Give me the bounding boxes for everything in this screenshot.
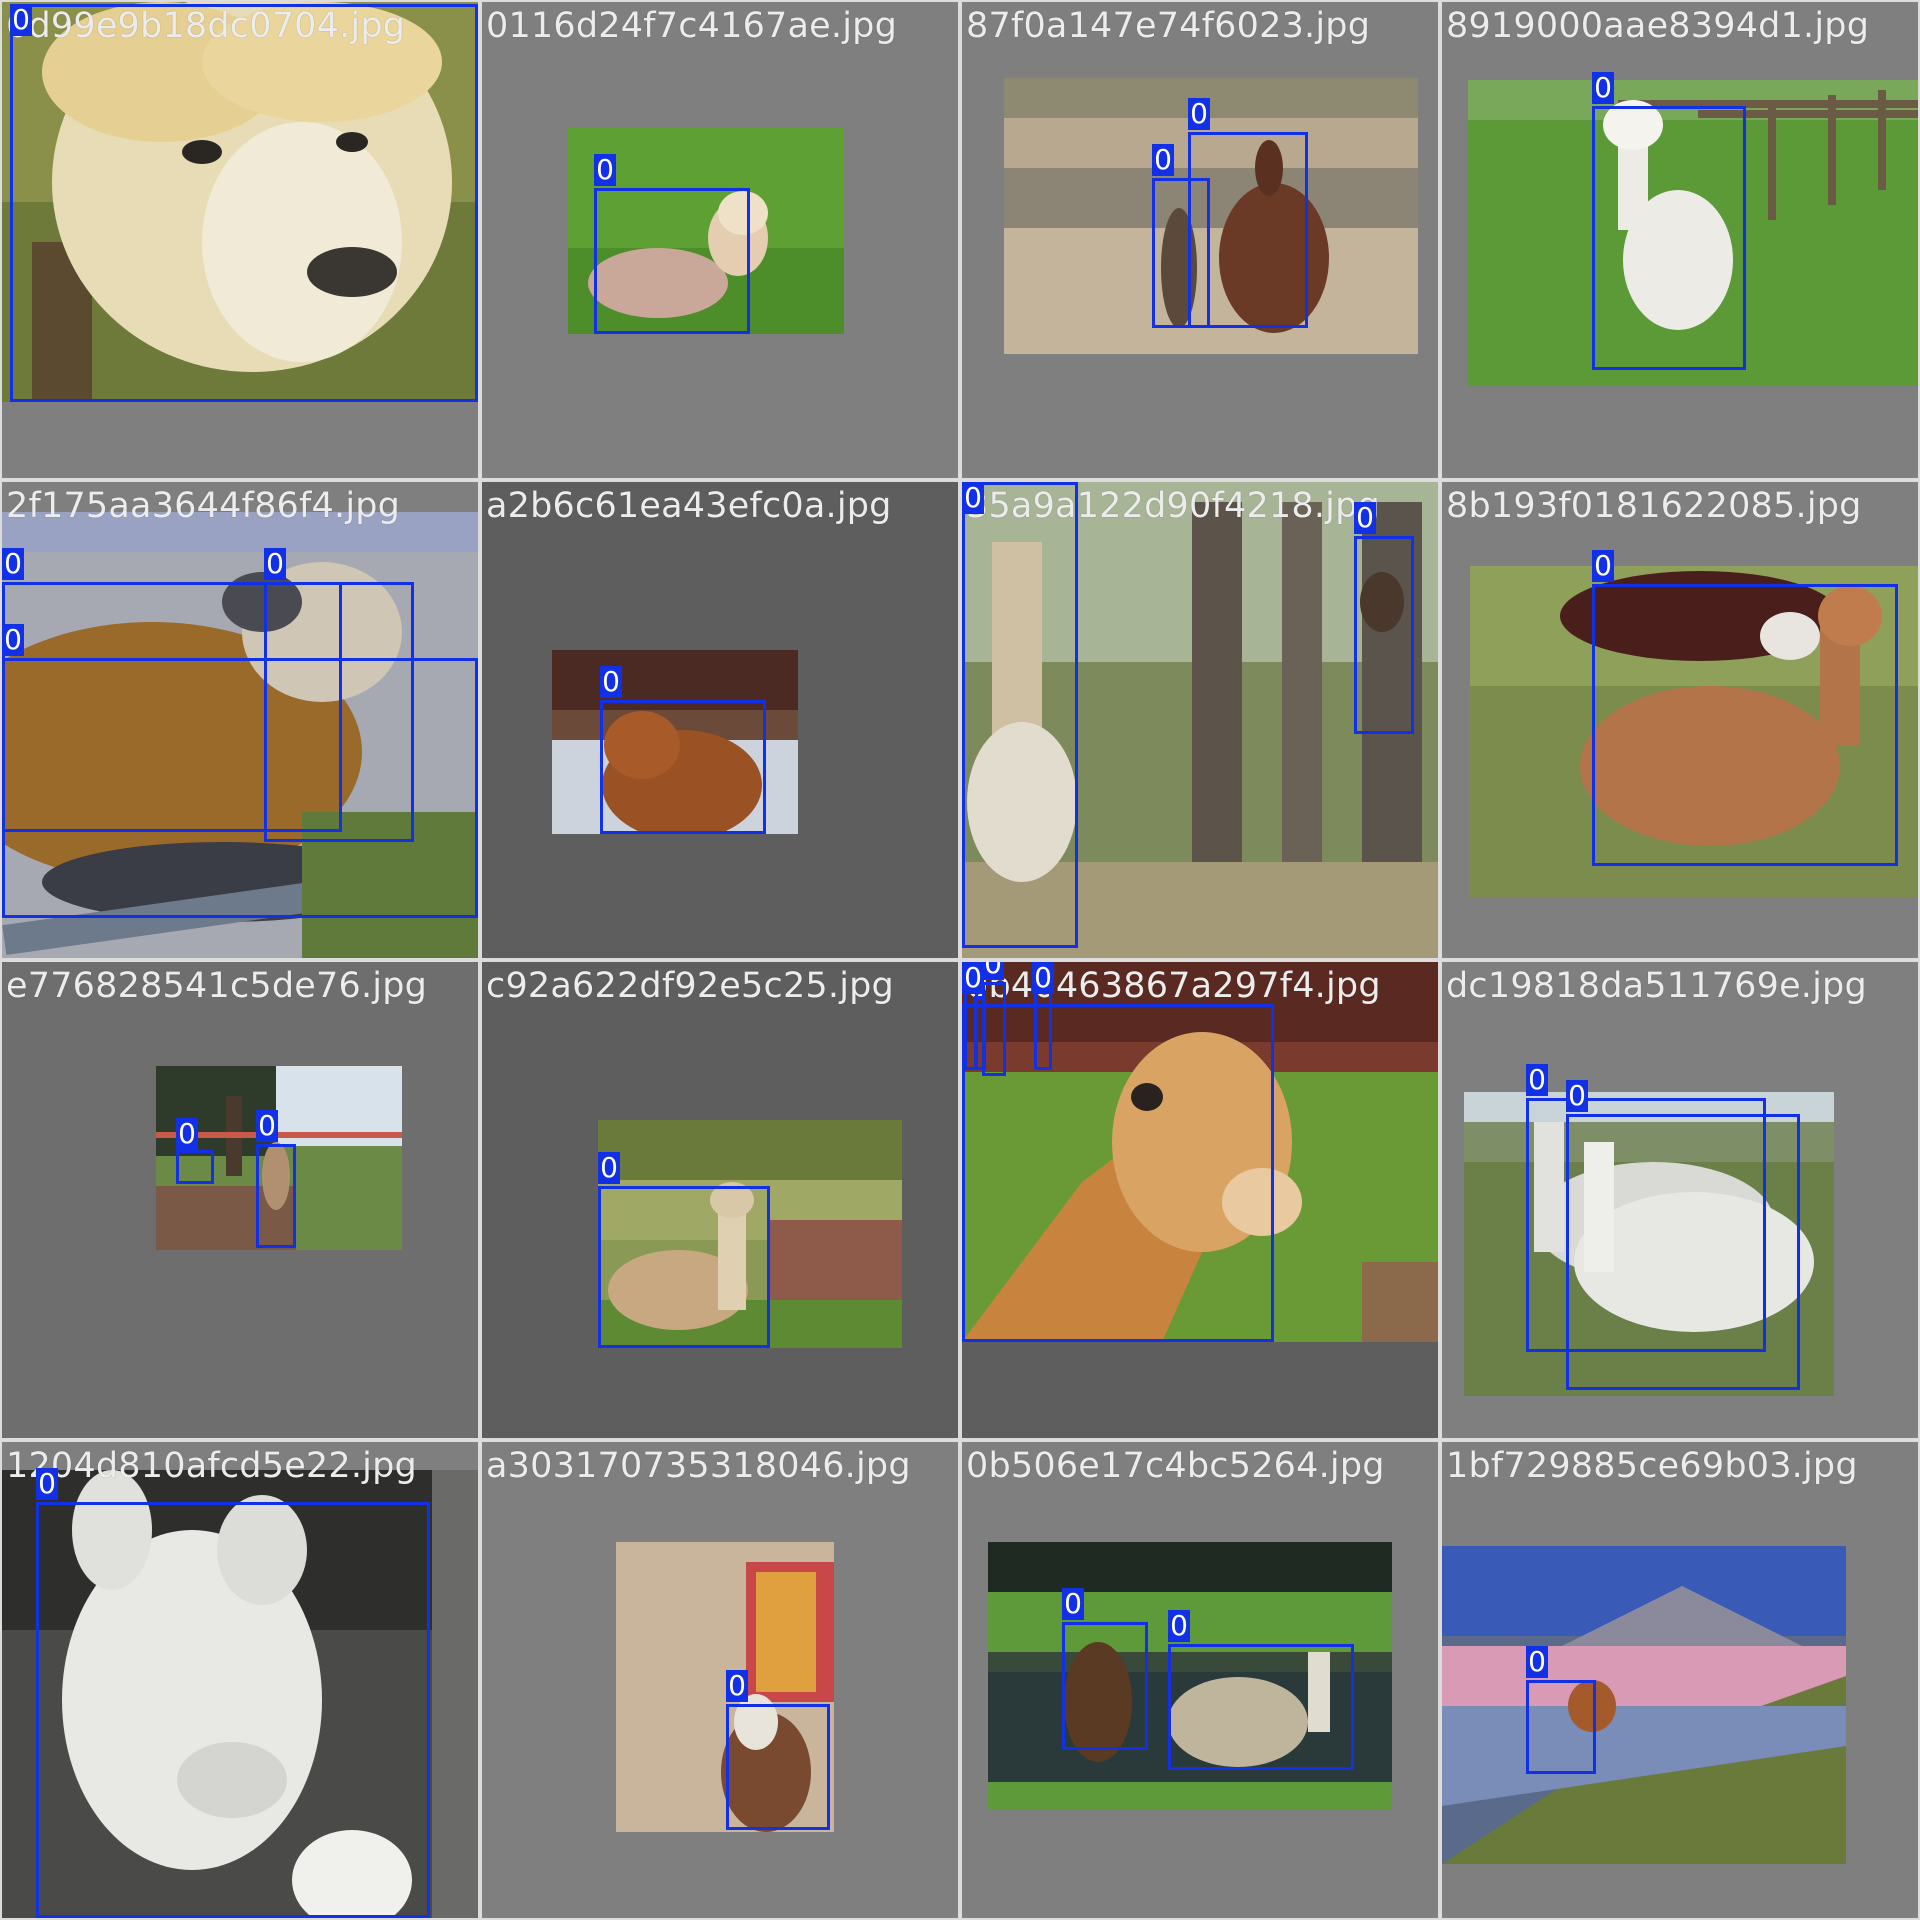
class-label: 0 — [2, 624, 24, 656]
class-label: 0 — [2, 548, 24, 580]
image-filename: 1204d810afcd5e22.jpg — [6, 1446, 417, 1486]
image-filename: 1bf729885ce69b03.jpg — [1446, 1446, 1858, 1486]
image-tile: a2b6c61ea43efc0a.jpg 0 — [482, 482, 958, 958]
class-label: 0 — [962, 482, 984, 514]
detection-box — [600, 700, 766, 834]
image-tile: 8919000aae8394d1.jpg 0 — [1442, 2, 1918, 478]
detection-box — [1566, 1114, 1800, 1390]
detection-box — [598, 1186, 770, 1348]
image-filename: 8919000aae8394d1.jpg — [1446, 6, 1870, 46]
class-label: 0 — [1526, 1064, 1548, 1096]
detection-box — [1034, 982, 1052, 1070]
image-tile: 87f0a147e74f6023.jpg 0 0 — [962, 2, 1438, 478]
class-label: 0 — [598, 1152, 620, 1184]
class-label: 0 — [1032, 962, 1054, 994]
class-label: 0 — [1354, 502, 1376, 534]
class-label: 0 — [1062, 1588, 1084, 1620]
image-filename: c92a622df92e5c25.jpg — [486, 966, 894, 1006]
class-label: 0 — [176, 1118, 198, 1150]
detection-box — [1168, 1644, 1354, 1770]
image-tile: 0116d24f7c4167ae.jpg 0 — [482, 2, 958, 478]
detection-box — [1354, 536, 1414, 734]
detection-box — [10, 4, 478, 402]
image-tile: 1bf729885ce69b03.jpg 0 — [1442, 1442, 1918, 1918]
detection-box — [594, 188, 750, 334]
detection-box — [2, 658, 478, 918]
class-label: 0 — [1152, 144, 1174, 176]
class-label: 0 — [726, 1670, 748, 1702]
image-filename: 2f175aa3644f86f4.jpg — [6, 486, 401, 526]
class-label: 0 — [1592, 550, 1614, 582]
detection-box — [726, 1704, 830, 1830]
image-filename: 0b506e17c4bc5264.jpg — [966, 1446, 1385, 1486]
detection-box — [36, 1502, 430, 1918]
detection-box — [176, 1150, 214, 1184]
detection-box — [1526, 1680, 1596, 1774]
class-label: 0 — [962, 962, 984, 994]
image-filename: dc19818da511769e.jpg — [1446, 966, 1867, 1006]
image-filename: a303170735318046.jpg — [486, 1446, 911, 1486]
image-tile: e776828541c5de76.jpg 0 0 — [2, 962, 478, 1438]
detection-box — [1152, 178, 1210, 328]
detection-box — [1592, 106, 1746, 370]
image-tile: c92a622df92e5c25.jpg 0 — [482, 962, 958, 1438]
image-tile: a303170735318046.jpg 0 — [482, 1442, 958, 1918]
image-filename: a2b6c61ea43efc0a.jpg — [486, 486, 892, 526]
image-tile: dc19818da511769e.jpg 0 0 — [1442, 962, 1918, 1438]
detection-box — [256, 1144, 296, 1248]
detection-box — [1062, 1622, 1148, 1750]
image-tile: 2f175aa3644f86f4.jpg 0 0 0 — [2, 482, 478, 958]
class-label: 0 — [1526, 1646, 1548, 1678]
image-tile: 35a9a122d90f4218.jpg 0 0 — [962, 482, 1438, 958]
class-label: 0 — [10, 4, 32, 36]
class-label: 0 — [594, 154, 616, 186]
class-label: 0 — [600, 666, 622, 698]
detection-mosaic: 6d99e9b18dc0704.jpg 0 0116d24f7c4167ae.j… — [0, 0, 1920, 1920]
detection-box — [962, 482, 1078, 948]
class-label: 0 — [36, 1468, 58, 1500]
image-filename: 8b193f0181622085.jpg — [1446, 486, 1862, 526]
class-label: 0 — [256, 1110, 278, 1142]
image-tile: 1204d810afcd5e22.jpg 0 — [2, 1442, 478, 1918]
image-tile: 0b506e17c4bc5264.jpg 0 0 — [962, 1442, 1438, 1918]
class-label: 0 — [982, 962, 1004, 980]
class-label: 0 — [1188, 98, 1210, 130]
image-filename: 87f0a147e74f6023.jpg — [966, 6, 1371, 46]
image-tile: 8b193f0181622085.jpg 0 — [1442, 482, 1918, 958]
llama-lagoon-volcano-photo — [1442, 1546, 1846, 1864]
image-filename: e776828541c5de76.jpg — [6, 966, 428, 1006]
image-filename: 0b40463867a297f4.jpg — [966, 966, 1381, 1006]
detection-box — [962, 1004, 1274, 1342]
class-label: 0 — [1592, 72, 1614, 104]
image-filename: 0116d24f7c4167ae.jpg — [486, 6, 897, 46]
image-tile: 6d99e9b18dc0704.jpg 0 — [2, 2, 478, 478]
class-label: 0 — [1168, 1610, 1190, 1642]
class-label: 0 — [264, 548, 286, 580]
detection-box — [982, 982, 1006, 1076]
image-tile: 0b40463867a297f4.jpg 0 0 0 — [962, 962, 1438, 1438]
class-label: 0 — [1566, 1080, 1588, 1112]
detection-box — [1592, 584, 1898, 866]
